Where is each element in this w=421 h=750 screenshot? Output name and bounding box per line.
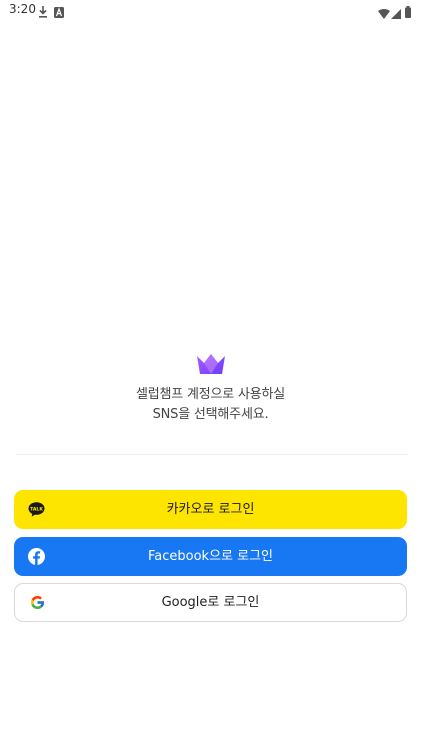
headline-line1: 셀럽챔프 계정으로 사용하실 <box>136 387 285 402</box>
kakao-login-label: 카카오로 로그인 <box>166 502 255 517</box>
battery-icon <box>405 3 411 22</box>
download-icon <box>38 3 48 22</box>
status-time: 3:20 <box>9 2 36 16</box>
status-bar: 3:20 <box>0 0 421 20</box>
wifi-icon <box>378 4 390 23</box>
crown-icon <box>196 352 226 376</box>
google-login-label: Google로 로그인 <box>161 595 260 610</box>
login-screen: 3:20 셀럽챔프 계정으로 사용하실 SNS을 선택해주세요. TALK 카카… <box>0 0 421 750</box>
facebook-login-button[interactable]: Facebook으로 로그인 <box>14 537 407 576</box>
facebook-login-label: Facebook으로 로그인 <box>147 549 274 564</box>
a-badge-icon <box>54 3 64 22</box>
divider <box>16 454 408 455</box>
google-login-button[interactable]: Google로 로그인 <box>14 583 407 622</box>
kakao-login-button[interactable]: TALK 카카오로 로그인 <box>14 490 407 529</box>
signal-icon <box>391 4 401 23</box>
headline-line2: SNS을 선택해주세요. <box>152 407 269 422</box>
